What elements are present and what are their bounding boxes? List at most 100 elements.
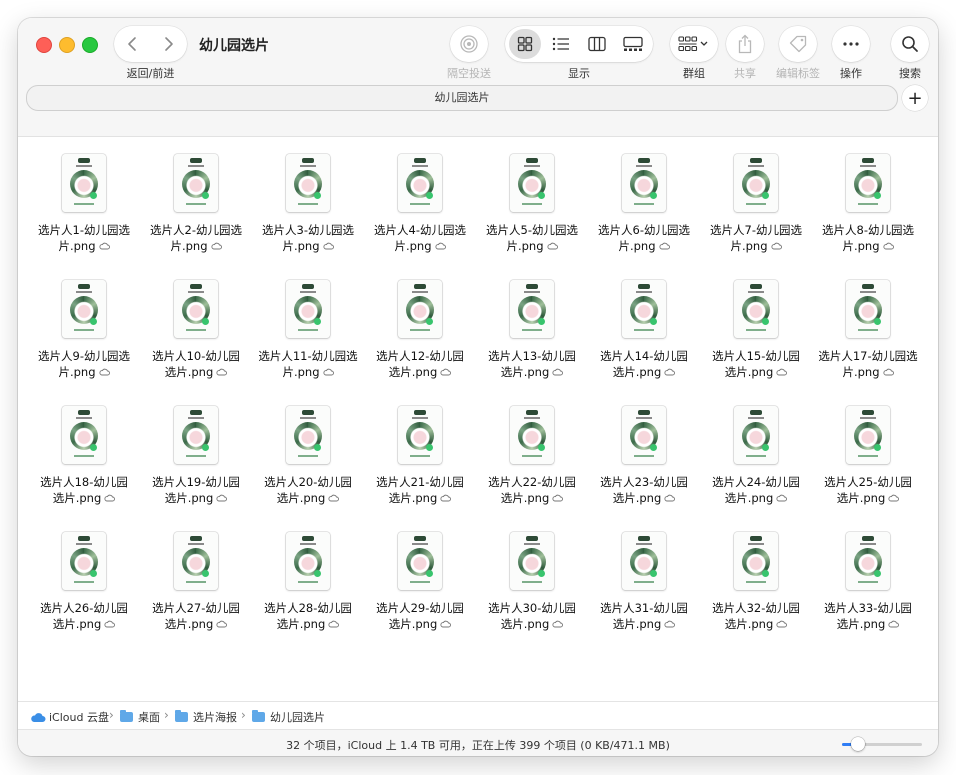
file-name-line1: 选片人30-幼儿园	[488, 601, 576, 615]
file-item[interactable]: 选片人12-幼儿园 选片.png	[364, 280, 476, 384]
file-item[interactable]: 选片人27-幼儿园 选片.png	[140, 532, 252, 636]
file-item[interactable]: 选片人20-幼儿园 选片.png	[252, 406, 364, 510]
file-name-line1: 选片人10-幼儿园	[152, 349, 240, 363]
close-window-button[interactable]	[36, 37, 52, 53]
file-name: 选片人10-幼儿园 选片.png	[140, 348, 252, 382]
search-button[interactable]	[891, 26, 929, 62]
file-name-line2: 片.png	[842, 239, 880, 253]
file-thumbnail	[174, 406, 218, 464]
icloud-upload-icon	[882, 240, 894, 256]
file-item[interactable]: 选片人13-幼儿园 选片.png	[476, 280, 588, 384]
list-view-button[interactable]	[545, 29, 577, 59]
slider-knob[interactable]	[851, 737, 865, 751]
file-item[interactable]: 选片人23-幼儿园 选片.png	[588, 406, 700, 510]
path-item-icloud[interactable]: iCloud 云盘	[30, 709, 109, 725]
file-name-line2: 片.png	[170, 239, 208, 253]
file-name: 选片人8-幼儿园选片.png	[812, 222, 924, 256]
tab-current[interactable]: 幼儿园选片	[26, 85, 898, 111]
file-item[interactable]: 选片人17-幼儿园选 片.png	[812, 280, 924, 384]
file-name: 选片人20-幼儿园 选片.png	[252, 474, 364, 508]
file-item[interactable]: 选片人25-幼儿园 选片.png	[812, 406, 924, 510]
file-item[interactable]: 选片人10-幼儿园 选片.png	[140, 280, 252, 384]
file-name-line2: 选片.png	[724, 491, 774, 505]
icon-view-button[interactable]	[509, 29, 541, 59]
icloud-upload-icon	[216, 492, 228, 508]
back-button[interactable]	[114, 26, 150, 62]
file-item[interactable]: 选片人28-幼儿园 选片.png	[252, 532, 364, 636]
file-item[interactable]: 选片人26-幼儿园 选片.png	[28, 532, 140, 636]
file-thumbnail	[286, 280, 330, 338]
file-item[interactable]: 选片人24-幼儿园 选片.png	[700, 406, 812, 510]
file-item[interactable]: 选片人3-幼儿园选 片.png	[252, 154, 364, 258]
file-item[interactable]: 选片人18-幼儿园 选片.png	[28, 406, 140, 510]
file-item[interactable]: 选片人1-幼儿园选 片.png	[28, 154, 140, 258]
add-tab-button[interactable]: +	[902, 85, 928, 111]
path-item-label: 桌面	[138, 711, 160, 724]
airdrop-icon	[460, 35, 478, 53]
file-name-line1: 选片人2-幼儿园选	[150, 223, 242, 237]
file-name-line2: 片.png	[618, 239, 656, 253]
file-name-line1: 选片人26-幼儿园	[40, 601, 128, 615]
file-name: 选片人24-幼儿园 选片.png	[700, 474, 812, 508]
path-item-kindergarten[interactable]: 幼儿园选片	[252, 709, 325, 725]
file-name-line2: 选片.png	[388, 491, 438, 505]
file-item[interactable]: 选片人30-幼儿园 选片.png	[476, 532, 588, 636]
file-name: 选片人27-幼儿园 选片.png	[140, 600, 252, 634]
icloud-upload-icon	[664, 618, 676, 634]
file-name-line1: 选片人5-幼儿园选	[486, 223, 578, 237]
file-item[interactable]: 选片人19-幼儿园 选片.png	[140, 406, 252, 510]
minimize-window-button[interactable]	[59, 37, 75, 53]
file-thumbnail	[622, 154, 666, 212]
action-button[interactable]	[832, 26, 870, 62]
group-button[interactable]	[670, 26, 718, 62]
file-thumbnail	[510, 406, 554, 464]
file-item[interactable]: 选片人31-幼儿园 选片.png	[588, 532, 700, 636]
more-icon	[843, 42, 859, 46]
file-name-line2: 片.png	[282, 365, 320, 379]
file-name-line1: 选片人6-幼儿园选	[598, 223, 690, 237]
file-item[interactable]: 选片人4-幼儿园选 片.png	[364, 154, 476, 258]
file-name-line2: 选片.png	[724, 617, 774, 631]
icon-size-slider[interactable]	[842, 737, 922, 751]
file-item[interactable]: 选片人15-幼儿园 选片.png	[700, 280, 812, 384]
file-name: 选片人12-幼儿园 选片.png	[364, 348, 476, 382]
path-item-posters[interactable]: 选片海报	[175, 709, 237, 725]
file-item[interactable]: 选片人8-幼儿园选片.png	[812, 154, 924, 258]
file-item[interactable]: 选片人11-幼儿园选片.png	[252, 280, 364, 384]
file-item[interactable]: 选片人29-幼儿园 选片.png	[364, 532, 476, 636]
file-item[interactable]: 选片人22-幼儿园 选片.png	[476, 406, 588, 510]
file-name: 选片人32-幼儿园 选片.png	[700, 600, 812, 634]
file-thumbnail	[510, 280, 554, 338]
file-item[interactable]: 选片人21-幼儿园 选片.png	[364, 406, 476, 510]
file-name: 选片人19-幼儿园 选片.png	[140, 474, 252, 508]
file-thumbnail	[62, 406, 106, 464]
share-button[interactable]	[726, 26, 764, 62]
file-item[interactable]: 选片人32-幼儿园 选片.png	[700, 532, 812, 636]
file-name: 选片人4-幼儿园选 片.png	[364, 222, 476, 256]
nav-label: 返回/前进	[126, 67, 175, 80]
file-item[interactable]: 选片人14-幼儿园 选片.png	[588, 280, 700, 384]
icloud-upload-icon	[770, 240, 782, 256]
column-view-button[interactable]	[581, 29, 613, 59]
airdrop-button[interactable]	[450, 26, 488, 62]
path-item-desktop[interactable]: 桌面	[120, 709, 160, 725]
icloud-upload-icon	[664, 492, 676, 508]
file-item[interactable]: 选片人33-幼儿园 选片.png	[812, 532, 924, 636]
file-item[interactable]: 选片人5-幼儿园选 片.png	[476, 154, 588, 258]
file-name-line1: 选片人14-幼儿园	[600, 349, 688, 363]
file-name-line2: 片.png	[842, 365, 880, 379]
file-name: 选片人2-幼儿园选片.png	[140, 222, 252, 256]
file-item[interactable]: 选片人6-幼儿园选片.png	[588, 154, 700, 258]
file-item[interactable]: 选片人9-幼儿园选 片.png	[28, 280, 140, 384]
file-name-line1: 选片人8-幼儿园选	[822, 223, 914, 237]
gallery-view-button[interactable]	[617, 29, 649, 59]
file-item[interactable]: 选片人2-幼儿园选片.png	[140, 154, 252, 258]
file-name: 选片人22-幼儿园 选片.png	[476, 474, 588, 508]
edit-tags-button[interactable]	[779, 26, 817, 62]
file-name-line1: 选片人11-幼儿园选	[258, 349, 358, 363]
file-item[interactable]: 选片人7-幼儿园选 片.png	[700, 154, 812, 258]
file-thumbnail	[398, 532, 442, 590]
forward-button[interactable]	[151, 26, 187, 62]
file-grid: 选片人1-幼儿园选 片.png 选片人2-幼儿园选 片.png 选片人3-幼儿园选 片.p…	[18, 136, 938, 701]
zoom-window-button[interactable]	[82, 37, 98, 53]
